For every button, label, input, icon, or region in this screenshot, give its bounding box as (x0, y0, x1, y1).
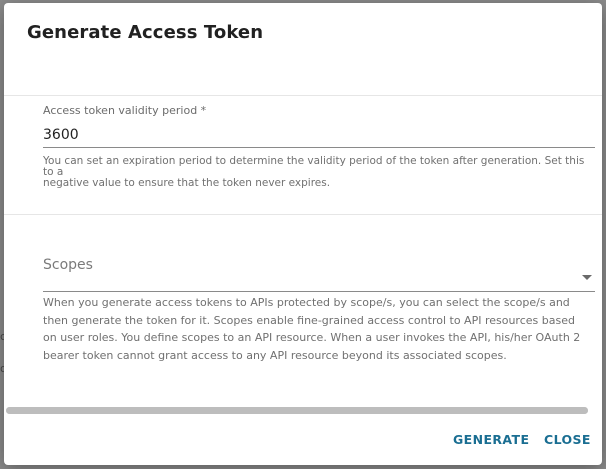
scopes-label: Scopes (43, 257, 93, 273)
generate-access-token-dialog: Generate Access Token Access token valid… (4, 3, 602, 465)
close-button[interactable]: CLOSE (544, 432, 591, 447)
scopes-helper-text: When you generate access tokens to APIs … (43, 296, 581, 362)
generate-button[interactable]: GENERATE (453, 432, 529, 447)
scopes-select[interactable]: Scopes (43, 251, 595, 292)
scrollbar-thumb[interactable] (6, 407, 588, 414)
validity-helper-line-2: negative value to ensure that the token … (43, 177, 331, 189)
section-divider (4, 214, 602, 215)
dialog-title: Generate Access Token (27, 22, 264, 43)
header-divider (4, 95, 602, 96)
validity-period-label: Access token validity period * (43, 104, 207, 117)
validity-helper-line-1: You can set an expiration period to dete… (43, 155, 585, 178)
validity-period-helper-text: You can set an expiration period to dete… (43, 156, 588, 189)
caret-down-icon[interactable] (582, 275, 592, 280)
horizontal-scrollbar[interactable] (6, 407, 588, 414)
validity-period-input[interactable] (43, 123, 595, 148)
